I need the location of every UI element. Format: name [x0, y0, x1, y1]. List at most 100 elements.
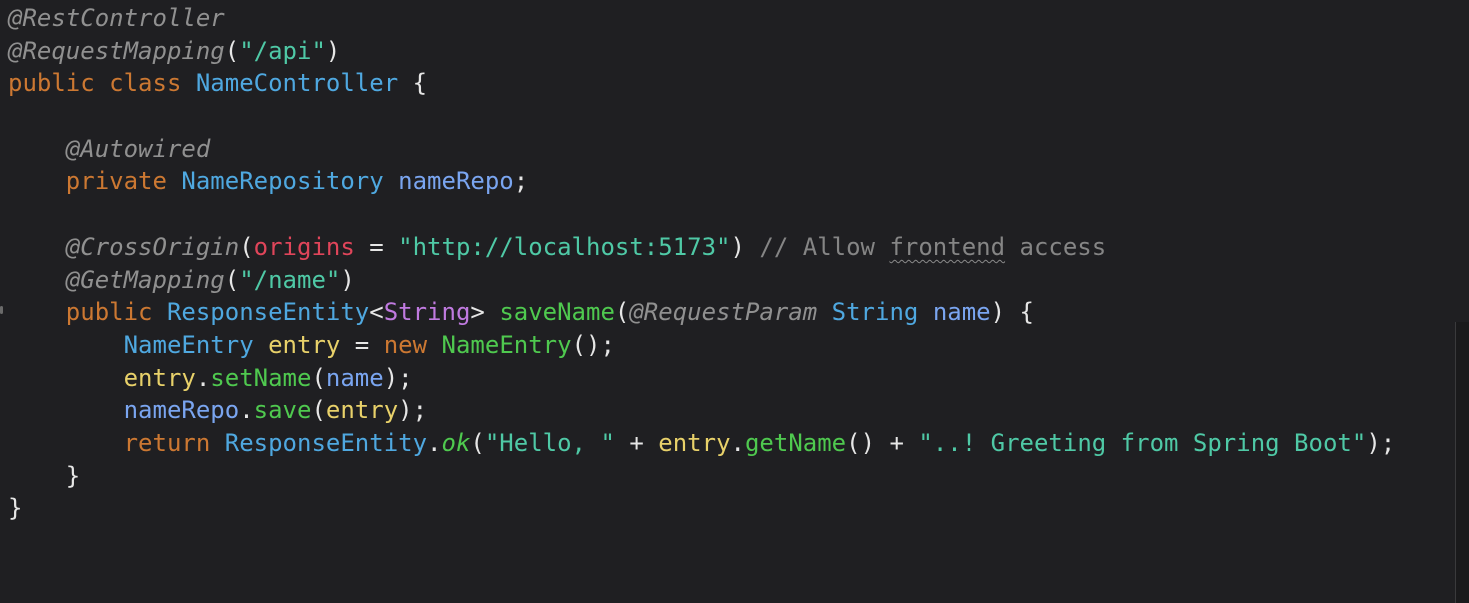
vertical-scrollbar-track[interactable] [1455, 0, 1469, 603]
code-token: ok [441, 428, 471, 457]
code-line[interactable]: @CrossOrigin(origins = "http://localhost… [8, 231, 1395, 264]
code-token: public [65, 298, 153, 327]
code-token: (); [571, 330, 615, 359]
code-token: ( [311, 363, 326, 392]
code-line[interactable]: @RequestMapping("/api") [8, 35, 1395, 68]
code-token: getName [744, 428, 847, 457]
code-line[interactable]: } [8, 460, 1395, 493]
code-line[interactable]: } [8, 492, 1395, 525]
code-token: . [239, 396, 254, 425]
code-token: @RequestMapping [8, 36, 225, 65]
code-area[interactable]: @RestController @RequestMapping("/api") pu… [8, 2, 1455, 525]
code-line[interactable]: NameEntry entry = new NameEntry(); [8, 329, 1395, 362]
code-token: "/api" [239, 36, 326, 65]
code-token: String [383, 298, 471, 327]
code-token: setName [210, 363, 312, 392]
code-token: . [195, 363, 211, 392]
code-token: access [1005, 232, 1107, 261]
code-token: ) { [990, 298, 1034, 327]
code-token: } [8, 494, 23, 523]
code-token: ) [325, 36, 341, 65]
code-token: "Hello, " [484, 428, 615, 457]
code-token: return [123, 428, 211, 457]
code-line-current[interactable]: return ResponseEntity.ok("Hello, " + ent… [8, 426, 1455, 460]
code-token: // Allow [759, 232, 890, 261]
code-token: . [730, 428, 745, 457]
code-token: . [427, 428, 442, 457]
code-line[interactable]: @RestController [8, 2, 1395, 35]
code-line[interactable]: public class NameController { [8, 67, 1395, 100]
code-token: @RequestParam [629, 298, 818, 327]
code-token: @GetMapping [65, 265, 225, 294]
code-token: "/name" [239, 265, 341, 294]
code-token: ; [513, 167, 529, 196]
code-token: saveName [499, 298, 615, 327]
code-token: ( [224, 36, 240, 65]
code-token: () + [846, 428, 919, 457]
code-token: ( [470, 428, 485, 457]
code-token: @RestController [8, 4, 225, 32]
code-token: entry [658, 428, 731, 457]
code-token: private [65, 167, 167, 196]
code-token: ); [1366, 428, 1396, 457]
code-line[interactable]: @GetMapping("/name") [8, 264, 1395, 297]
breakpoint-marker[interactable] [0, 306, 3, 314]
code-line[interactable]: entry.setName(name); [8, 362, 1395, 395]
code-token: NameController [195, 69, 399, 98]
code-token: ) [730, 232, 760, 261]
code-token: ( [311, 396, 326, 425]
code-line[interactable]: private NameRepository nameRepo; [8, 165, 1395, 198]
code-token: "..! Greeting from Spring Boot" [918, 428, 1367, 457]
code-token: ( [614, 298, 630, 327]
code-token: class [109, 69, 182, 98]
code-token: "http://localhost:5173" [398, 232, 731, 261]
code-token: = [340, 330, 384, 359]
code-token: ) [340, 265, 355, 294]
code-token: save [253, 396, 312, 425]
code-token: frontend [889, 232, 1006, 261]
code-line[interactable]: @Autowired [8, 133, 1395, 166]
code-token: @Autowired [65, 134, 211, 163]
code-line[interactable]: nameRepo.save(entry); [8, 394, 1395, 427]
code-token: NameEntry [441, 330, 572, 359]
code-token: ResponseEntity [166, 298, 370, 327]
code-token: @CrossOrigin [65, 232, 240, 261]
code-token: new [383, 330, 428, 359]
vertical-scrollbar-thumb[interactable] [1455, 322, 1469, 603]
code-token: ); [383, 363, 413, 392]
code-token: public [8, 69, 95, 98]
code-token: < [369, 298, 384, 327]
code-token: ( [224, 265, 240, 294]
code-token: } [65, 461, 81, 490]
code-token: entry [123, 363, 196, 392]
code-token: > [470, 298, 500, 327]
code-token: { [398, 69, 428, 98]
code-editor[interactable]: @RestController @RequestMapping("/api") pu… [0, 0, 1469, 603]
code-token: NameRepository [181, 167, 384, 196]
code-token: String [831, 298, 919, 327]
code-line[interactable]: public ResponseEntity<String> saveName(@… [8, 296, 1395, 329]
code-line[interactable] [8, 198, 1395, 231]
code-token: nameRepo [123, 396, 240, 425]
code-token: nameRepo [398, 167, 514, 196]
code-line[interactable] [8, 100, 1395, 133]
